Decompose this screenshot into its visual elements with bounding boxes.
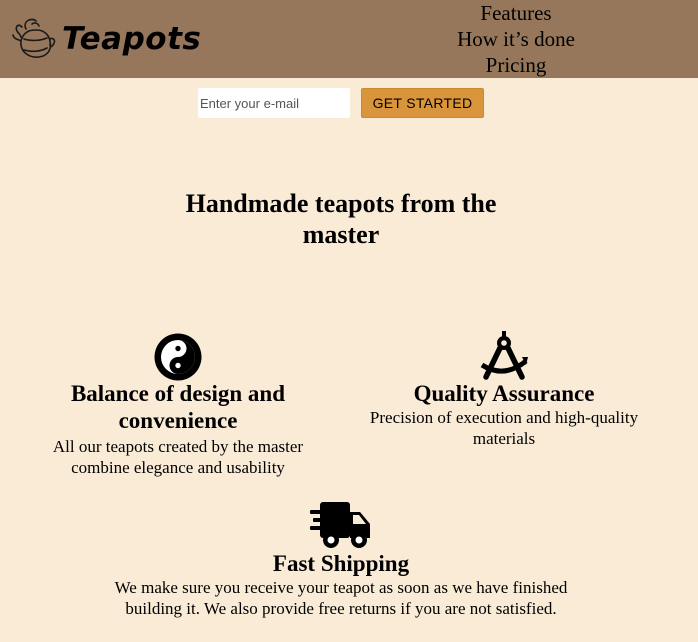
- main-nav: Features How it’s done Pricing: [436, 0, 596, 78]
- site-logo-text[interactable]: Teapots: [62, 19, 201, 59]
- feature-title: Quality Assurance: [413, 381, 595, 406]
- feature-quality: Quality Assurance Precision of execution…: [358, 380, 650, 449]
- feature-shipping: Fast Shipping We make sure you receive y…: [90, 550, 592, 619]
- email-input[interactable]: [198, 88, 350, 118]
- site-header: Teapots Features How it’s done Pricing: [0, 0, 698, 78]
- nav-link-features[interactable]: Features: [436, 0, 596, 26]
- drafting-compass-icon: [480, 331, 528, 380]
- feature-title: Fast Shipping: [272, 551, 410, 576]
- hero-title: Handmade teapots from the master: [185, 189, 497, 249]
- feature-balance: Balance of design and convenience All ou…: [40, 380, 316, 478]
- feature-description: We make sure you receive your teapot as …: [114, 578, 568, 618]
- teapot-icon: [12, 18, 56, 58]
- shipping-truck-icon: [310, 502, 370, 548]
- yin-yang-icon: [154, 333, 202, 381]
- nav-link-how-its-done[interactable]: How it’s done: [436, 26, 596, 52]
- get-started-button[interactable]: GET STARTED: [361, 88, 484, 118]
- nav-link-pricing[interactable]: Pricing: [436, 52, 596, 78]
- feature-title: Balance of design and convenience: [70, 381, 286, 433]
- feature-description: Precision of execution and high-quality …: [369, 408, 639, 448]
- feature-description: All our teapots created by the master co…: [52, 437, 304, 477]
